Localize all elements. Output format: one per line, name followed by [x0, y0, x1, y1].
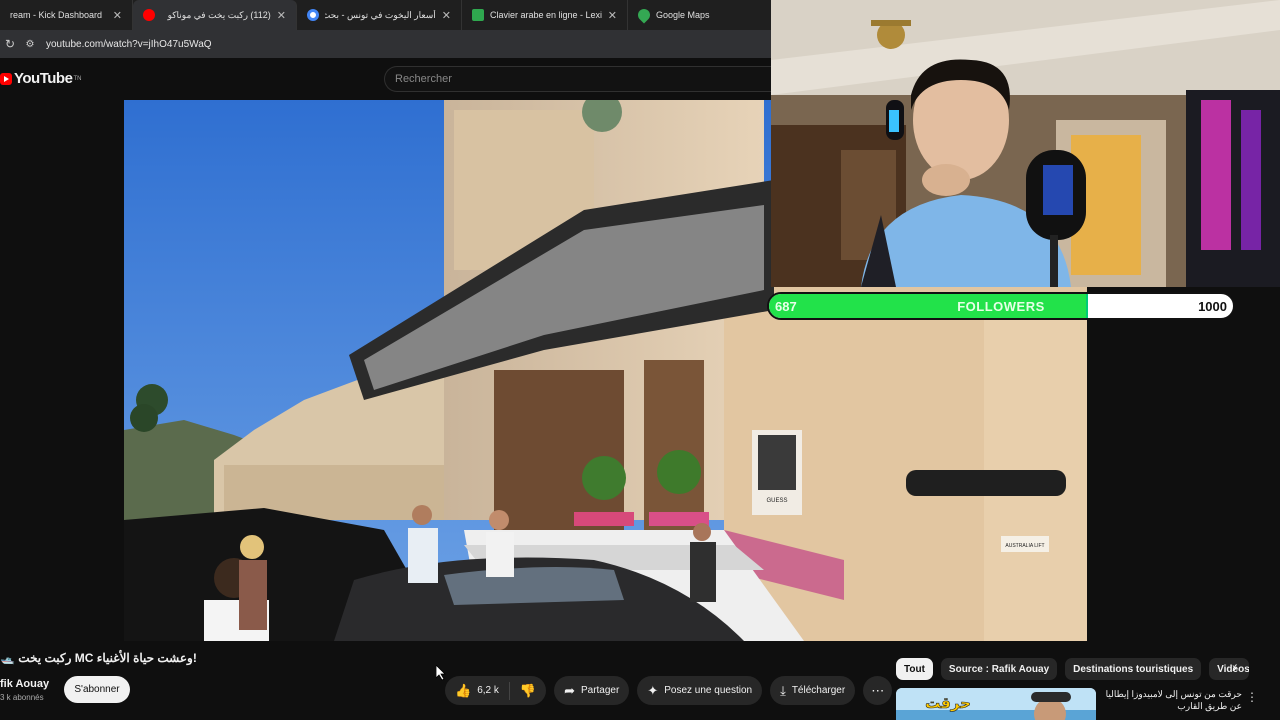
youtube-logo-text: YouTube: [14, 70, 73, 87]
sparkle-icon: ✦: [647, 682, 659, 698]
close-icon[interactable]: ✕: [277, 9, 286, 22]
youtube-logo[interactable]: YouTube TN: [0, 70, 81, 87]
tab-kick-dashboard[interactable]: ream - Kick Dashboard ✕: [0, 0, 133, 30]
browser-tab-bar: ream - Kick Dashboard ✕ (112) ركبت يخت ف…: [0, 0, 771, 30]
tab-lexilogos[interactable]: Clavier arabe en ligne - Lexilogos ✕: [462, 0, 628, 30]
download-label: Télécharger: [791, 685, 846, 696]
subscriber-count: 3 k abonnés: [0, 693, 44, 702]
like-count: 6,2 k: [477, 685, 499, 696]
thumbnail-text: حرقت: [925, 694, 971, 712]
chip-videos[interactable]: Vidéos: [1209, 658, 1250, 680]
video-title: 🛥️ ركبت يخت MC وعشت حياة الأغنياء!: [0, 651, 197, 665]
share-label: Partager: [580, 685, 620, 696]
ask-question-button[interactable]: ✦ Posez une question: [637, 676, 763, 705]
chip-all[interactable]: Tout: [896, 658, 933, 680]
webcam-overlay: [771, 0, 1280, 287]
followers-goal: 1000: [1198, 299, 1227, 314]
like-dislike-group: 👍 6,2 k 👎: [445, 676, 547, 705]
followers-goal-bar: 687 FOLLOWERS 1000: [767, 292, 1235, 320]
tab-google-search[interactable]: أسعار اليخوت في تونس - بحث ✕: [297, 0, 462, 30]
webcam-feed: [771, 0, 1280, 287]
maps-pin-icon: [635, 6, 653, 24]
tab-title: أسعار اليخوت في تونس - بحث: [325, 9, 436, 20]
share-button[interactable]: ➦ Partager: [554, 676, 630, 705]
ask-label: Posez une question: [664, 685, 753, 696]
recommendation-chips: Tout Source : Rafik Aouay Destinations t…: [896, 657, 1257, 681]
country-code: TN: [73, 75, 82, 82]
google-favicon-icon: [307, 9, 319, 21]
lexilogos-favicon-icon: [472, 9, 484, 21]
reload-icon[interactable]: ↻: [0, 37, 20, 51]
more-horizontal-icon: ⋯: [871, 682, 885, 698]
close-icon[interactable]: ✕: [608, 9, 617, 22]
more-vertical-icon[interactable]: ⋮: [1246, 690, 1258, 704]
channel-name[interactable]: fik Aouay: [0, 678, 49, 690]
download-icon: ⤓: [780, 682, 786, 698]
tab-google-maps[interactable]: Google Maps: [628, 0, 771, 30]
thumbs-down-icon: 👎: [519, 682, 537, 698]
close-icon[interactable]: ✕: [113, 9, 122, 22]
screen: ream - Kick Dashboard ✕ (112) ركبت يخت ف…: [0, 0, 1280, 720]
recommended-thumbnail[interactable]: حرقت: [896, 688, 1096, 720]
share-icon: ➦: [564, 682, 575, 698]
poster-brand: GUESS: [766, 498, 787, 504]
tab-title: Clavier arabe en ligne - Lexilogos: [490, 10, 602, 20]
thumbnail-image: حرقت: [896, 688, 1096, 720]
tab-title: Google Maps: [656, 10, 710, 20]
youtube-header: YouTube TN Rechercher: [0, 58, 771, 100]
url-field[interactable]: youtube.com/watch?v=jIhO47u5WaQ: [46, 39, 212, 50]
more-actions-button[interactable]: ⋯: [863, 676, 893, 705]
site-info-icon[interactable]: ⚙: [20, 39, 40, 50]
followers-label: FOLLOWERS: [957, 299, 1045, 314]
search-input[interactable]: Rechercher: [384, 66, 771, 92]
address-bar: ↻ ⚙ youtube.com/watch?v=jIhO47u5WaQ: [0, 30, 771, 58]
subscribe-button[interactable]: S'abonner: [64, 676, 130, 703]
chip-destinations[interactable]: Destinations touristiques: [1065, 658, 1202, 680]
chip-source[interactable]: Source : Rafik Aouay: [940, 658, 1058, 680]
mouse-cursor-icon: [436, 665, 446, 681]
close-icon[interactable]: ✕: [442, 9, 451, 22]
lift-sign: AUSTRALIA LIFT: [1005, 543, 1044, 549]
youtube-play-icon: [0, 72, 12, 85]
recommended-title[interactable]: حرقت من تونس إلى لامبيدوزا إيطاليا عن طر…: [1100, 688, 1242, 712]
chevron-right-icon[interactable]: ›: [1232, 659, 1237, 675]
tab-title: (112) ركبت يخت في موناكو: [167, 9, 271, 20]
dislike-button[interactable]: 👎: [510, 683, 546, 699]
video-actions: 👍 6,2 k 👎 ➦ Partager ✦ Posez une questio…: [445, 676, 893, 705]
like-button[interactable]: 👍 6,2 k: [445, 681, 510, 700]
thumbs-up-icon: 👍: [455, 682, 472, 698]
recommended-video[interactable]: حرقت حرقت من تونس إلى لامبيدوزا إيطاليا …: [896, 688, 1280, 720]
download-button[interactable]: ⤓ Télécharger: [770, 676, 856, 705]
youtube-favicon-icon: [143, 9, 155, 21]
tab-youtube-video[interactable]: (112) ركبت يخت في موناكو ✕: [133, 0, 297, 30]
tab-title: ream - Kick Dashboard: [10, 10, 103, 20]
